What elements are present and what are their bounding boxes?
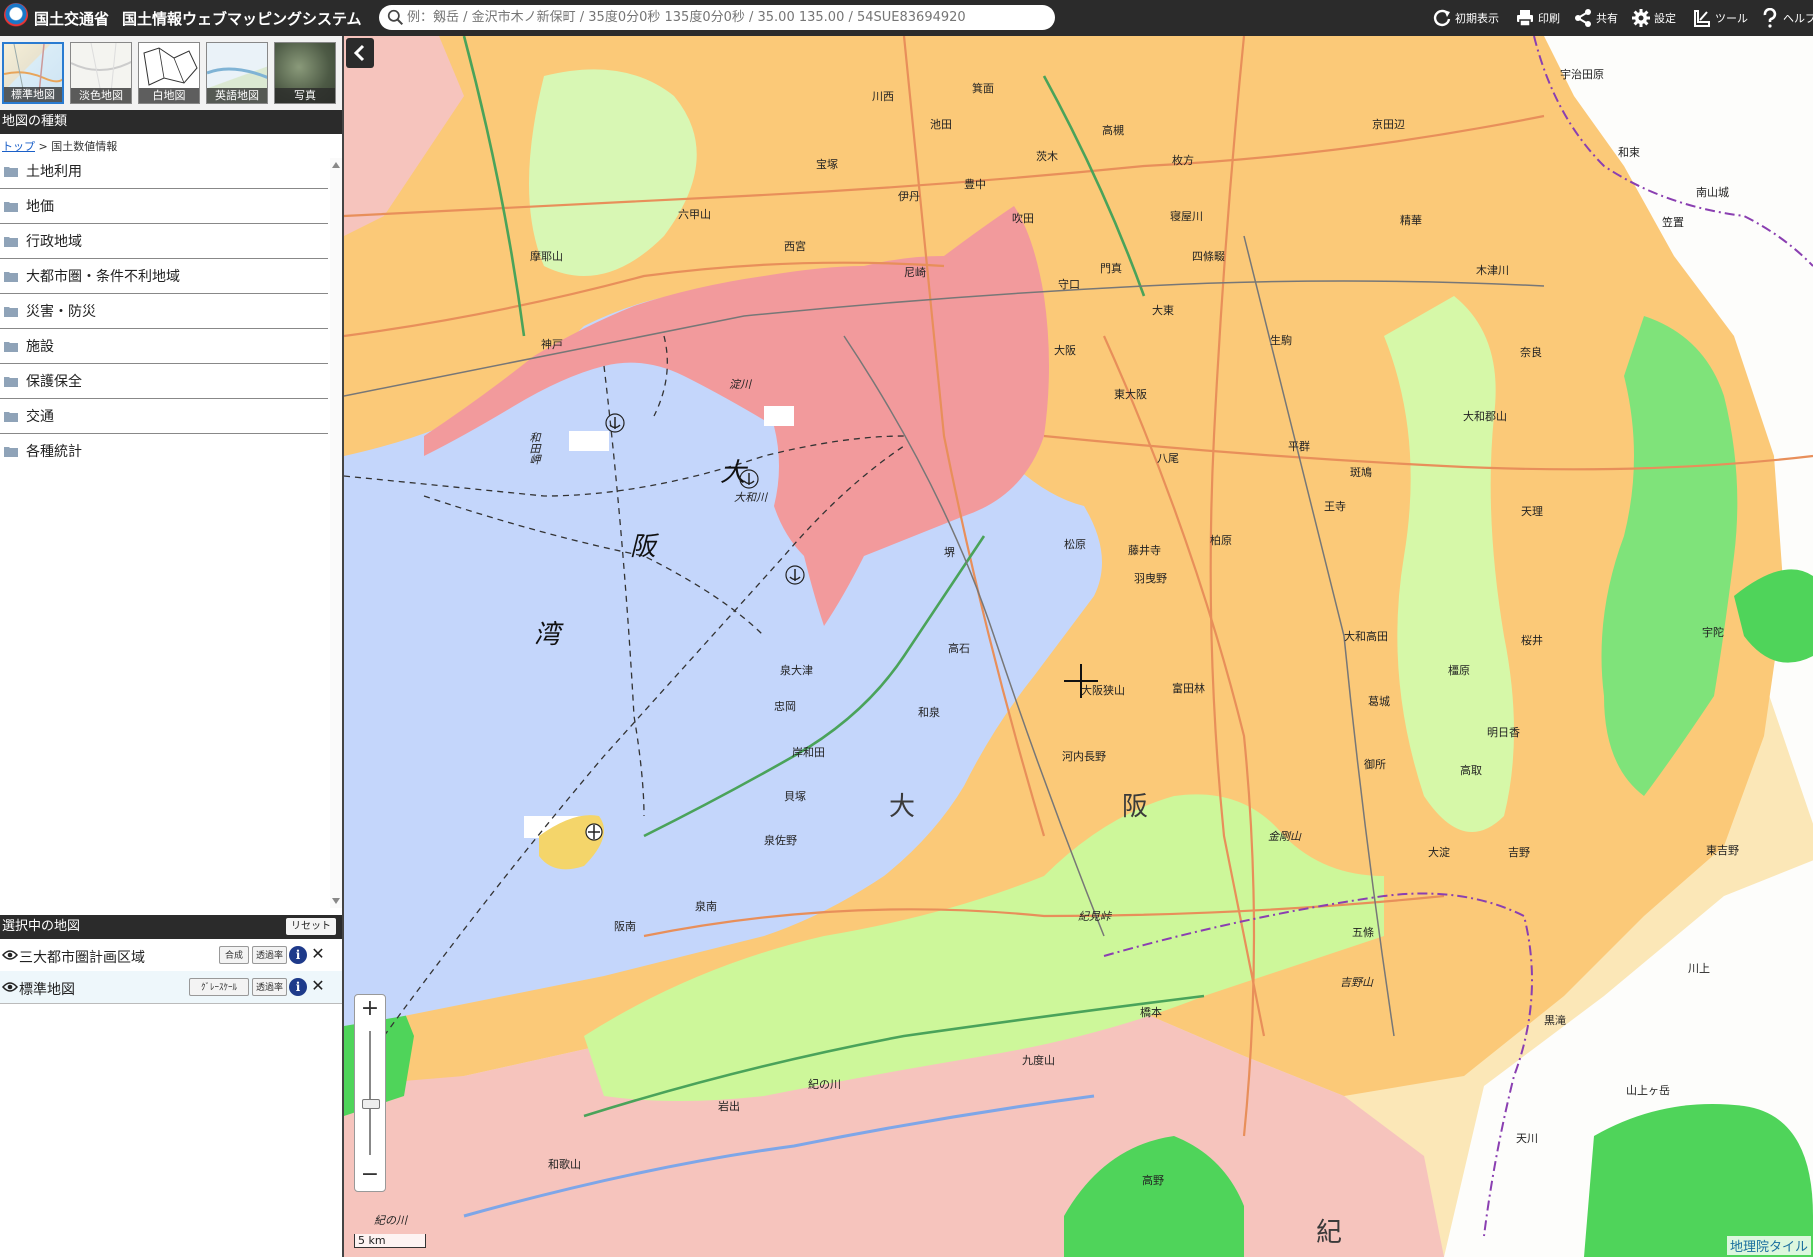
search-box[interactable] bbox=[379, 5, 1055, 30]
app-title: 国土情報ウェブマッピングシステム bbox=[122, 10, 362, 28]
zoom-control: + − bbox=[354, 994, 386, 1192]
folder-item-land-use[interactable]: 土地利用 bbox=[0, 154, 328, 189]
folder-item-admin-area[interactable]: 行政地域 bbox=[0, 224, 328, 259]
map-tiles bbox=[344, 36, 1813, 1257]
ruler-icon bbox=[1694, 10, 1710, 27]
search-icon bbox=[387, 9, 404, 26]
basemap-selector: 標準地図 淡色地図 白地図 英語地図 写真 bbox=[0, 36, 342, 110]
folder-icon bbox=[4, 446, 18, 457]
layer-name: 標準地図 bbox=[19, 982, 75, 998]
folder-item-statistics[interactable]: 各種統計 bbox=[0, 434, 328, 468]
layer-row-metro-plan: 三大都市圏計画区域 合成 透過率 i ✕ bbox=[0, 939, 342, 972]
folder-list-scrollbar[interactable] bbox=[330, 158, 342, 908]
selected-maps-header: 選択中の地図 リセット bbox=[0, 915, 342, 939]
settings-button[interactable]: 設定 bbox=[1631, 6, 1676, 30]
folder-item-conservation[interactable]: 保護保全 bbox=[0, 364, 328, 399]
scale-bar: 5 km bbox=[354, 1234, 426, 1248]
printer-icon bbox=[1517, 10, 1533, 27]
chevron-left-icon bbox=[353, 44, 365, 62]
close-icon[interactable]: ✕ bbox=[310, 944, 326, 964]
basemap-pale[interactable]: 淡色地図 bbox=[70, 42, 132, 104]
map-pier-2 bbox=[764, 406, 794, 426]
folder-icon bbox=[4, 376, 18, 387]
grayscale-button[interactable]: ｸﾞﾚｰｽｹｰﾙ bbox=[189, 978, 249, 996]
folder-item-disaster[interactable]: 災害・防災 bbox=[0, 294, 328, 329]
folder-icon bbox=[4, 411, 18, 422]
breadcrumb-current: 国土数値情報 bbox=[51, 140, 118, 153]
airport-icon bbox=[585, 823, 603, 841]
folder-list: 土地利用 地価 行政地域 大都市圏・条件不利地域 災害・防災 施設 保護保全 交… bbox=[0, 154, 330, 468]
scrollbar-arrows bbox=[332, 162, 340, 904]
info-icon[interactable]: i bbox=[289, 946, 307, 964]
layer-name: 三大都市圏計画区域 bbox=[19, 950, 145, 966]
app-header: 国土交通省 国土情報ウェブマッピングシステム 初期表示 印刷 共有 設定 ツール… bbox=[0, 0, 1813, 36]
refresh-icon bbox=[1433, 9, 1451, 27]
side-panel: 標準地図 淡色地図 白地図 英語地図 写真 地図の種類 トップ > 国土数値情報… bbox=[0, 36, 344, 1257]
close-icon[interactable]: ✕ bbox=[310, 976, 326, 996]
reset-view-button[interactable]: 初期表示 bbox=[1432, 6, 1499, 30]
anchor-icon bbox=[739, 469, 759, 489]
zoom-slider-handle[interactable] bbox=[362, 1099, 380, 1109]
basemap-standard[interactable]: 標準地図 bbox=[2, 42, 64, 104]
map-types-header: 地図の種類 bbox=[0, 110, 342, 134]
question-icon bbox=[1763, 8, 1777, 28]
anchor-icon bbox=[605, 413, 625, 433]
map-attribution[interactable]: 地理院タイル bbox=[1726, 1236, 1811, 1255]
eye-icon[interactable] bbox=[2, 949, 18, 961]
zoom-slider-track[interactable] bbox=[369, 1031, 371, 1155]
basemap-photo[interactable]: 写真 bbox=[274, 42, 336, 104]
tools-button[interactable]: ツール bbox=[1692, 6, 1748, 30]
opacity-button[interactable]: 透過率 bbox=[252, 978, 287, 996]
search-input[interactable] bbox=[407, 8, 1047, 27]
basemap-english-thumb bbox=[207, 67, 267, 79]
zoom-in-button[interactable]: + bbox=[355, 995, 385, 1025]
composite-button[interactable]: 合成 bbox=[219, 946, 249, 964]
org-name: 国土交通省 bbox=[34, 10, 110, 28]
basemap-english[interactable]: 英語地図 bbox=[206, 42, 268, 104]
opacity-button[interactable]: 透過率 bbox=[252, 946, 287, 964]
zoom-out-button[interactable]: − bbox=[355, 1161, 385, 1191]
reset-layers-button[interactable]: リセット bbox=[286, 918, 336, 935]
collapse-panel-button[interactable] bbox=[346, 38, 374, 68]
folder-item-land-price[interactable]: 地価 bbox=[0, 189, 328, 224]
folder-icon bbox=[4, 271, 18, 282]
folder-icon bbox=[4, 236, 18, 247]
layer-row-standard: 標準地図 ｸﾞﾚｰｽｹｰﾙ 透過率 i ✕ bbox=[0, 971, 342, 1004]
map-canvas[interactable]: 大 阪 湾 大 阪 紀 神戸 尼崎 西宮 大阪 東大阪 堺 松原 羽曳野 富田林… bbox=[344, 36, 1813, 1257]
help-button[interactable]: ヘルプ bbox=[1760, 6, 1813, 30]
basemap-pale-thumb bbox=[71, 43, 131, 93]
breadcrumb-top-link[interactable]: トップ bbox=[2, 140, 35, 153]
folder-icon bbox=[4, 341, 18, 352]
share-icon bbox=[1575, 9, 1591, 27]
info-icon[interactable]: i bbox=[289, 978, 307, 996]
folder-icon bbox=[4, 201, 18, 212]
eye-icon[interactable] bbox=[2, 981, 18, 993]
mlit-logo-icon bbox=[4, 3, 28, 27]
folder-item-facilities[interactable]: 施設 bbox=[0, 329, 328, 364]
breadcrumb: トップ > 国土数値情報 bbox=[2, 140, 118, 153]
map-pier-1 bbox=[569, 431, 609, 451]
map-center-crosshair-icon bbox=[1064, 664, 1098, 698]
map-area-green-yamagami bbox=[1584, 1104, 1813, 1257]
folder-item-transport[interactable]: 交通 bbox=[0, 399, 328, 434]
print-button[interactable]: 印刷 bbox=[1515, 6, 1560, 30]
gear-icon bbox=[1632, 9, 1650, 27]
share-button[interactable]: 共有 bbox=[1573, 6, 1618, 30]
anchor-icon bbox=[785, 565, 805, 585]
basemap-blank[interactable]: 白地図 bbox=[138, 42, 200, 104]
folder-icon bbox=[4, 306, 18, 317]
folder-icon bbox=[4, 166, 18, 177]
folder-item-metro-area[interactable]: 大都市圏・条件不利地域 bbox=[0, 259, 328, 294]
basemap-blank-thumb bbox=[143, 47, 198, 86]
